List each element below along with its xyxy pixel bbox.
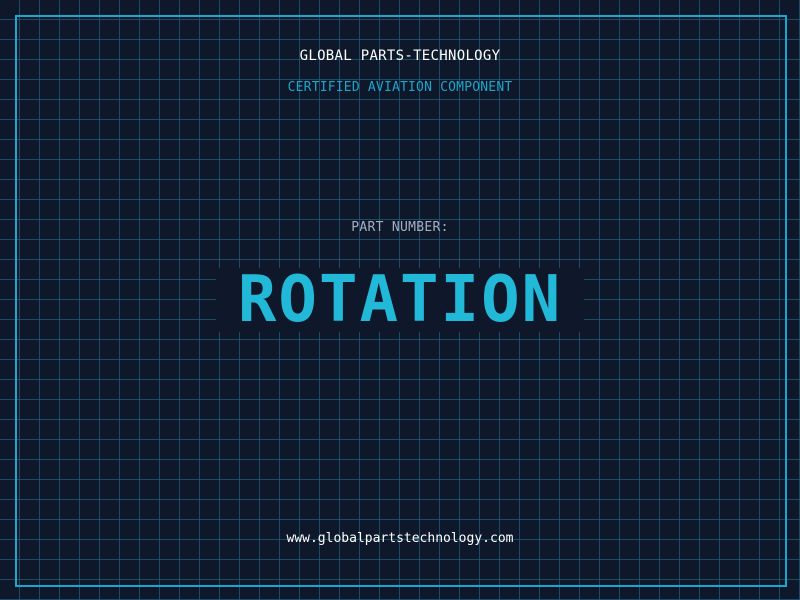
website-link[interactable]: www.globalpartstechnology.com (0, 531, 800, 546)
part-number-block: ROTATION (216, 268, 584, 332)
certification-subtitle: CERTIFIED AVIATION COMPONENT (287, 80, 513, 95)
part-number-label: PART NUMBER: (351, 220, 449, 235)
certificate-page: GLOBAL PARTS-TECHNOLOGY CERTIFIED AVIATI… (0, 0, 800, 600)
company-name: GLOBAL PARTS-TECHNOLOGY (299, 48, 501, 64)
part-number-value: ROTATION (237, 263, 563, 337)
